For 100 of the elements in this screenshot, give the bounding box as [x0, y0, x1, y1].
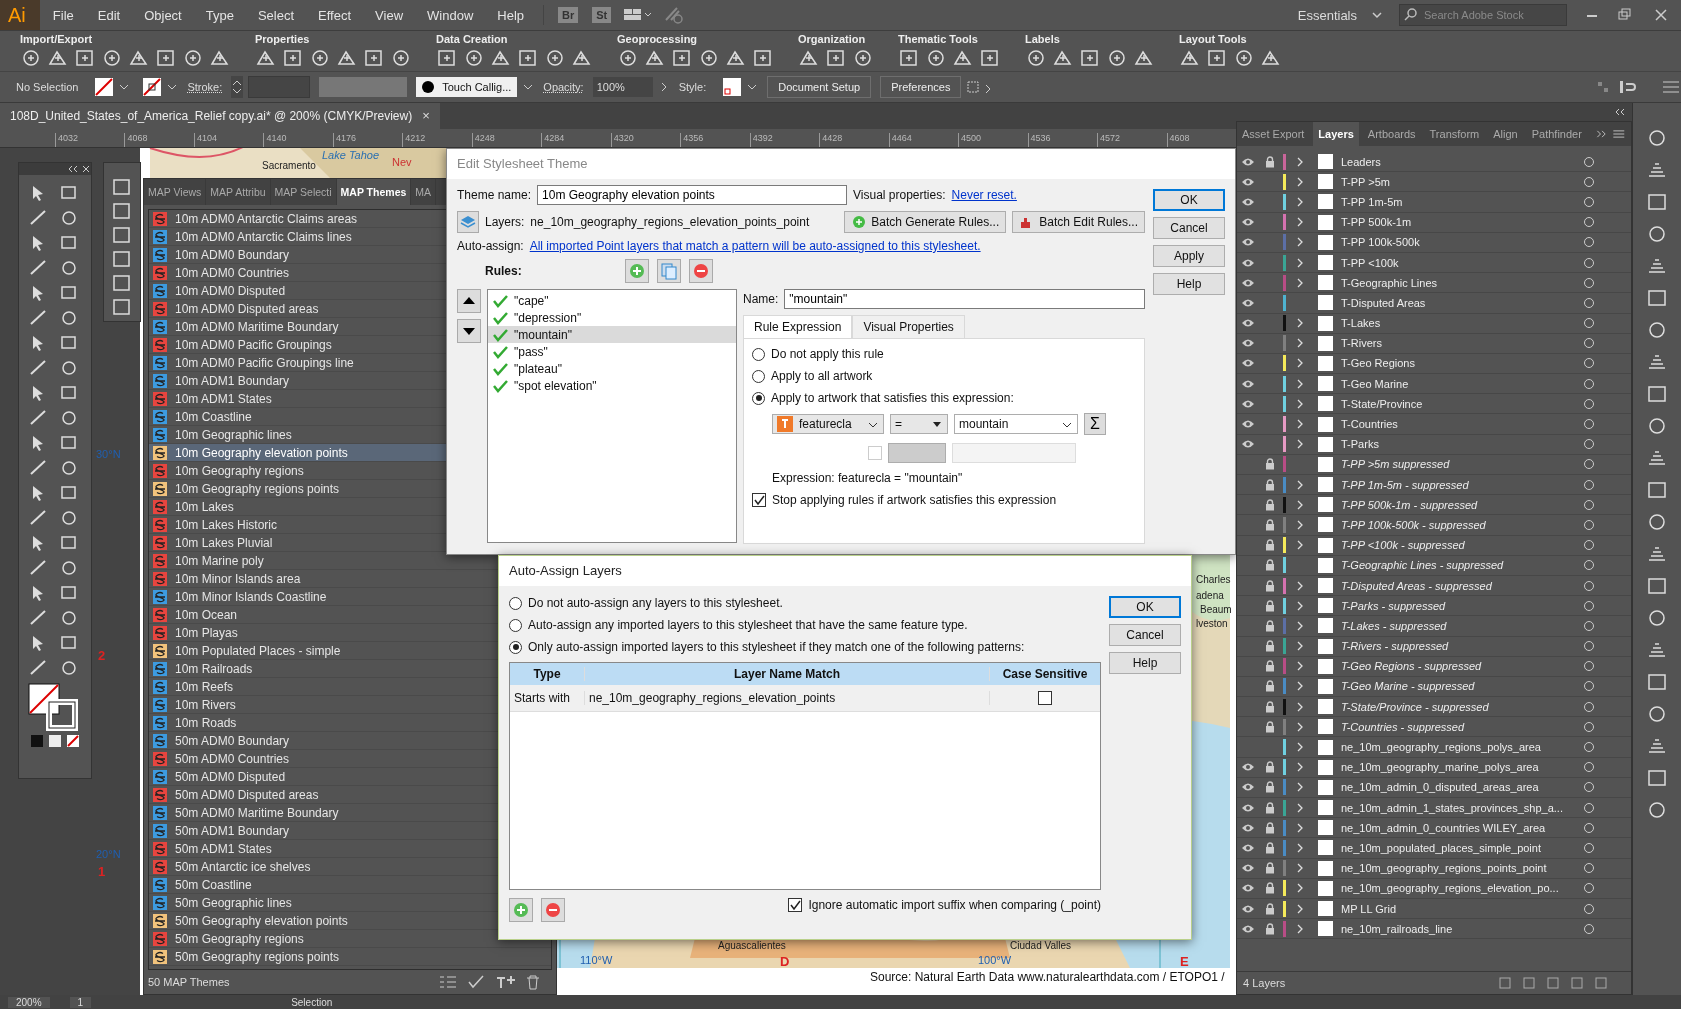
layer-row[interactable]: T-Rivers - suppressed: [1237, 636, 1631, 657]
eye-icon[interactable]: [1241, 318, 1255, 329]
theme-item[interactable]: 10m Railroads: [175, 661, 253, 676]
theme-item[interactable]: 50m Antarctic ice shelves: [175, 859, 311, 874]
layer-row[interactable]: ne_10m_geography_marine_polys_area: [1237, 757, 1631, 778]
chevron-right-icon[interactable]: [1296, 863, 1304, 874]
toolbar-icon[interactable]: [1025, 48, 1047, 68]
chevron-right-icon[interactable]: [1296, 217, 1304, 228]
toolbar-icon[interactable]: [825, 48, 847, 68]
dialog-button[interactable]: Cancel: [1153, 217, 1225, 239]
lock-icon[interactable]: [1265, 902, 1275, 915]
theme-item[interactable]: 10m ADM0 Antarctic Claims areas: [175, 211, 358, 226]
toolbar-icon[interactable]: [255, 48, 277, 68]
theme-item[interactable]: 10m Rivers: [175, 697, 236, 712]
layout-icon[interactable]: [623, 7, 654, 23]
field-dropdown[interactable]: featurecla: [772, 414, 884, 434]
target-icon[interactable]: [1583, 579, 1595, 592]
panel-tab[interactable]: Pathfinder: [1526, 122, 1587, 146]
target-icon[interactable]: [1583, 761, 1595, 774]
layer-row[interactable]: T-Geo Regions: [1237, 353, 1631, 375]
dialog-tab[interactable]: Rule Expression: [743, 315, 853, 338]
document-tab[interactable]: 108D_United_States_of_America_Relief copy.ai* @ 200% (CMYK/Preview): [0, 103, 423, 129]
chevron-right-icon[interactable]: [1296, 398, 1304, 409]
chevron-right-icon[interactable]: [1296, 439, 1304, 450]
rule-item[interactable]: "mountain": [488, 326, 736, 343]
chevron-right-icon[interactable]: [1296, 479, 1304, 490]
panel-tab[interactable]: MAP Themes: [336, 179, 412, 205]
theme-item[interactable]: 50m ADM0 Countries: [175, 751, 290, 766]
lock-icon[interactable]: [1265, 539, 1275, 552]
chevron-right-icon[interactable]: [1296, 237, 1304, 248]
theme-item[interactable]: 50m Geography elevation points: [175, 913, 348, 928]
lock-icon[interactable]: [1265, 619, 1275, 632]
checkbox-option[interactable]: Stop applying rules if artwork satisfies this expression: [752, 493, 1057, 507]
target-icon[interactable]: [1583, 397, 1595, 410]
layer-row[interactable]: ne_10m_railroads_line: [1237, 919, 1631, 940]
theme-item[interactable]: 50m ADM0 Disputed areas: [175, 787, 319, 802]
toolbar-icon[interactable]: [544, 48, 566, 68]
theme-item[interactable]: 10m Minor Islands area: [175, 571, 301, 586]
theme-item[interactable]: 10m ADM0 Countries: [175, 265, 290, 280]
checkmark-icon[interactable]: [492, 293, 508, 308]
chevron-right-icon[interactable]: [1296, 196, 1304, 207]
operator-dropdown[interactable]: =: [890, 414, 948, 434]
layer-row[interactable]: T-Geo Regions - suppressed: [1237, 656, 1631, 677]
opacity-label[interactable]: Opacity:: [543, 81, 584, 93]
theme-item[interactable]: 10m Lakes: [175, 499, 234, 514]
lock-icon[interactable]: [1265, 640, 1275, 653]
target-icon[interactable]: [1583, 619, 1595, 632]
toolbar-icon[interactable]: [282, 48, 304, 68]
dock-icon[interactable]: [1645, 575, 1669, 597]
artboard-field[interactable]: 1: [69, 996, 92, 1008]
lock-icon[interactable]: [1265, 781, 1275, 794]
menu-item[interactable]: Type: [194, 7, 245, 23]
target-icon[interactable]: [1583, 902, 1595, 915]
eye-icon[interactable]: [1241, 358, 1255, 369]
eye-icon[interactable]: [1241, 277, 1255, 288]
layer-row[interactable]: ne_10m_geography_regions_elevation_po...: [1237, 878, 1631, 899]
target-icon[interactable]: [1583, 640, 1595, 653]
chevron-right-icon[interactable]: [1296, 923, 1304, 934]
theme-item[interactable]: 50m ADM1 States: [175, 841, 272, 856]
menu-item[interactable]: Select: [246, 7, 306, 23]
target-icon[interactable]: [1583, 559, 1595, 572]
theme-item[interactable]: 10m Coastline: [175, 409, 252, 424]
dock-icon[interactable]: [1645, 383, 1669, 405]
lock-icon[interactable]: [1265, 720, 1275, 733]
collapse-icon[interactable]: [67, 165, 91, 173]
layer-row[interactable]: T-Lakes: [1237, 313, 1631, 334]
target-icon[interactable]: [1583, 317, 1595, 330]
toolbar-icon[interactable]: [182, 48, 204, 68]
target-icon[interactable]: [1583, 599, 1595, 612]
lock-icon[interactable]: [1265, 559, 1275, 572]
eye-icon[interactable]: [1241, 338, 1255, 349]
target-icon[interactable]: [1583, 175, 1595, 188]
panel-tab[interactable]: Artboards: [1362, 122, 1421, 146]
toolbar-icon[interactable]: [1052, 48, 1074, 68]
expand-icon[interactable]: [1594, 129, 1608, 139]
column-header[interactable]: Type: [510, 667, 584, 681]
control-bar-button[interactable]: Document Setup: [767, 76, 872, 98]
toolbar-icon[interactable]: [798, 48, 820, 68]
column-header[interactable]: Case Sensitive: [989, 667, 1100, 681]
eye-icon[interactable]: [1241, 439, 1255, 450]
theme-item[interactable]: 10m Playas: [175, 625, 238, 640]
layer-row[interactable]: T-State/Province - suppressed: [1237, 697, 1631, 718]
dock-icon[interactable]: [1645, 671, 1669, 693]
toolbar-icon[interactable]: [1079, 48, 1101, 68]
menu-item[interactable]: Effect: [307, 7, 363, 23]
dock-icon[interactable]: [1645, 767, 1669, 789]
theme-item[interactable]: 50m Geography regions: [175, 931, 304, 946]
chevron-right-icon[interactable]: [1296, 378, 1304, 389]
control-bar-button[interactable]: Preferences: [880, 76, 962, 98]
style-swatch[interactable]: [723, 78, 742, 96]
theme-item[interactable]: 50m ADM0 Disputed: [175, 769, 286, 784]
layer-row[interactable]: ne_10m_geography_regions_polys_area: [1237, 737, 1631, 758]
panel-tab[interactable]: MAP Views: [144, 179, 207, 205]
target-icon[interactable]: [1583, 478, 1595, 491]
target-icon[interactable]: [1583, 660, 1595, 673]
toolbar-icon[interactable]: [517, 48, 539, 68]
radio-option[interactable]: Auto-assign any imported layers to this stylesheet that have the same feature type.: [509, 618, 968, 632]
chevron-right-icon[interactable]: [1296, 358, 1304, 369]
layer-row[interactable]: T-Geo Marine: [1237, 374, 1631, 395]
eye-icon[interactable]: [1241, 762, 1255, 773]
